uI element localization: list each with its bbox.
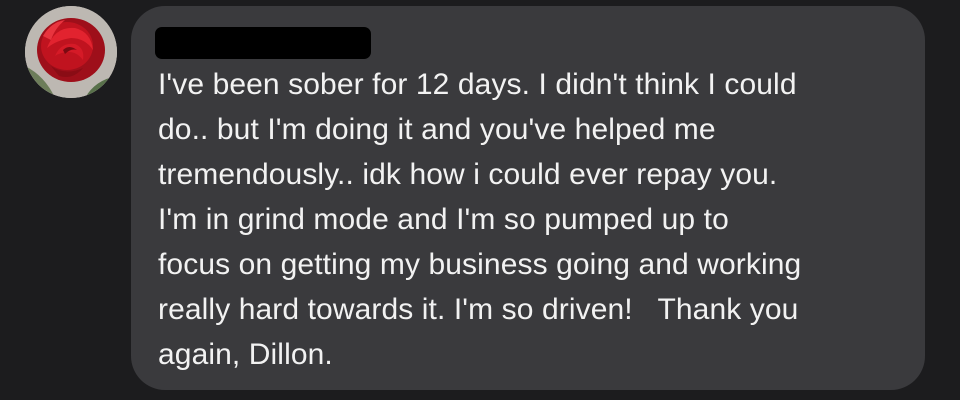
message-screen: I've been sober for 12 days. I didn't th… (0, 0, 960, 400)
redacted-sender-name (155, 27, 371, 59)
message-text: I've been sober for 12 days. I didn't th… (158, 68, 802, 371)
sender-avatar[interactable] (25, 6, 117, 98)
rose-avatar-icon (25, 6, 117, 98)
message-bubble[interactable]: I've been sober for 12 days. I didn't th… (131, 6, 925, 390)
